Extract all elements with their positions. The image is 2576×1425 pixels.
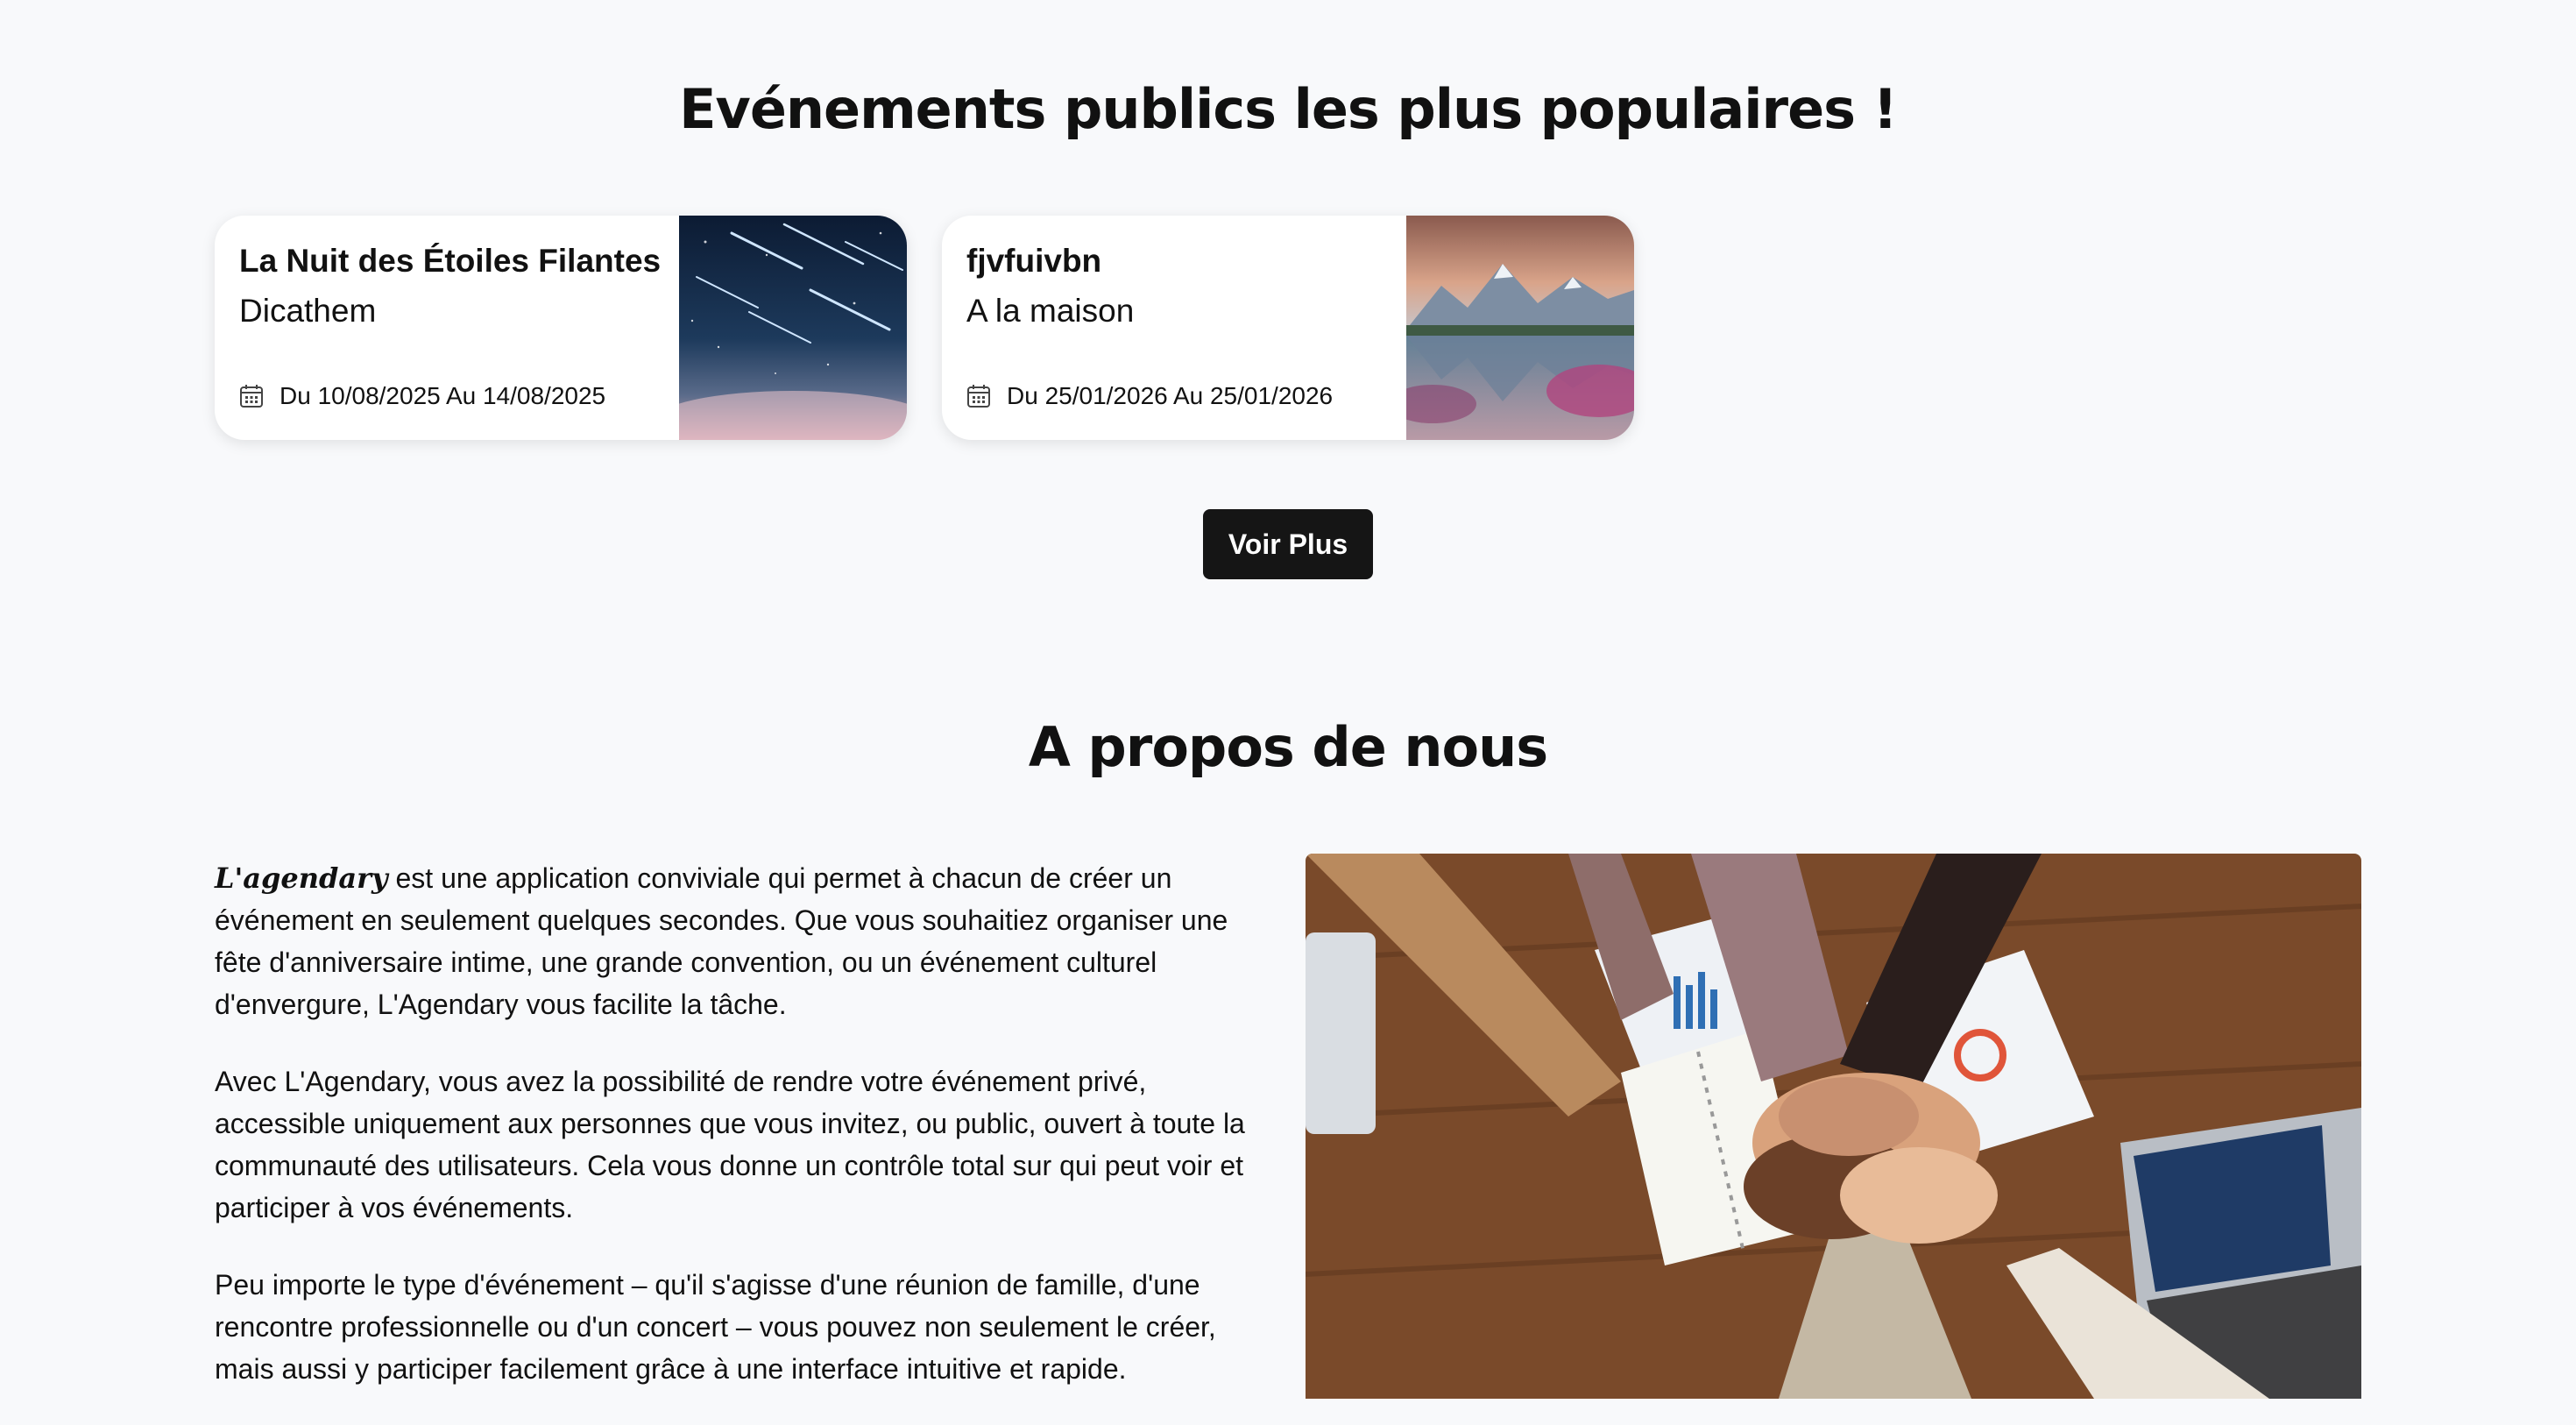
- event-card-dates: Du 25/01/2026 Au 25/01/2026: [966, 382, 1333, 410]
- event-card[interactable]: fjvfuivbn A la maison Du 25/01/2026 Au 2…: [942, 216, 1634, 440]
- calendar-icon: [240, 385, 263, 408]
- event-card-image: [1406, 216, 1634, 440]
- event-card-image: [679, 216, 907, 440]
- brand-name: L'agendary: [215, 861, 388, 895]
- about-team-photo: [1306, 854, 2361, 1399]
- calendar-icon: [967, 385, 990, 408]
- events-section-title: Evénements publics les plus populaires !: [679, 77, 1898, 141]
- event-card-date-text: Du 25/01/2026 Au 25/01/2026: [1007, 382, 1334, 409]
- event-card-dates: Du 10/08/2025 Au 14/08/2025: [239, 382, 605, 410]
- about-paragraph: L'agendary est une application convivial…: [215, 857, 1275, 1025]
- about-text: L'agendary est une application convivial…: [215, 857, 1275, 1425]
- event-card[interactable]: La Nuit des Étoiles Filantes Dicathem Du…: [215, 216, 907, 440]
- about-paragraph: Avec L'Agendary, vous avez la possibilit…: [215, 1066, 1245, 1223]
- about-paragraph: Peu importe le type d'événement – qu'il …: [215, 1269, 1216, 1385]
- about-section-title: A propos de nous: [1028, 715, 1548, 779]
- voir-plus-button[interactable]: Voir Plus: [1203, 509, 1373, 579]
- event-card-date-text: Du 10/08/2025 Au 14/08/2025: [280, 382, 606, 409]
